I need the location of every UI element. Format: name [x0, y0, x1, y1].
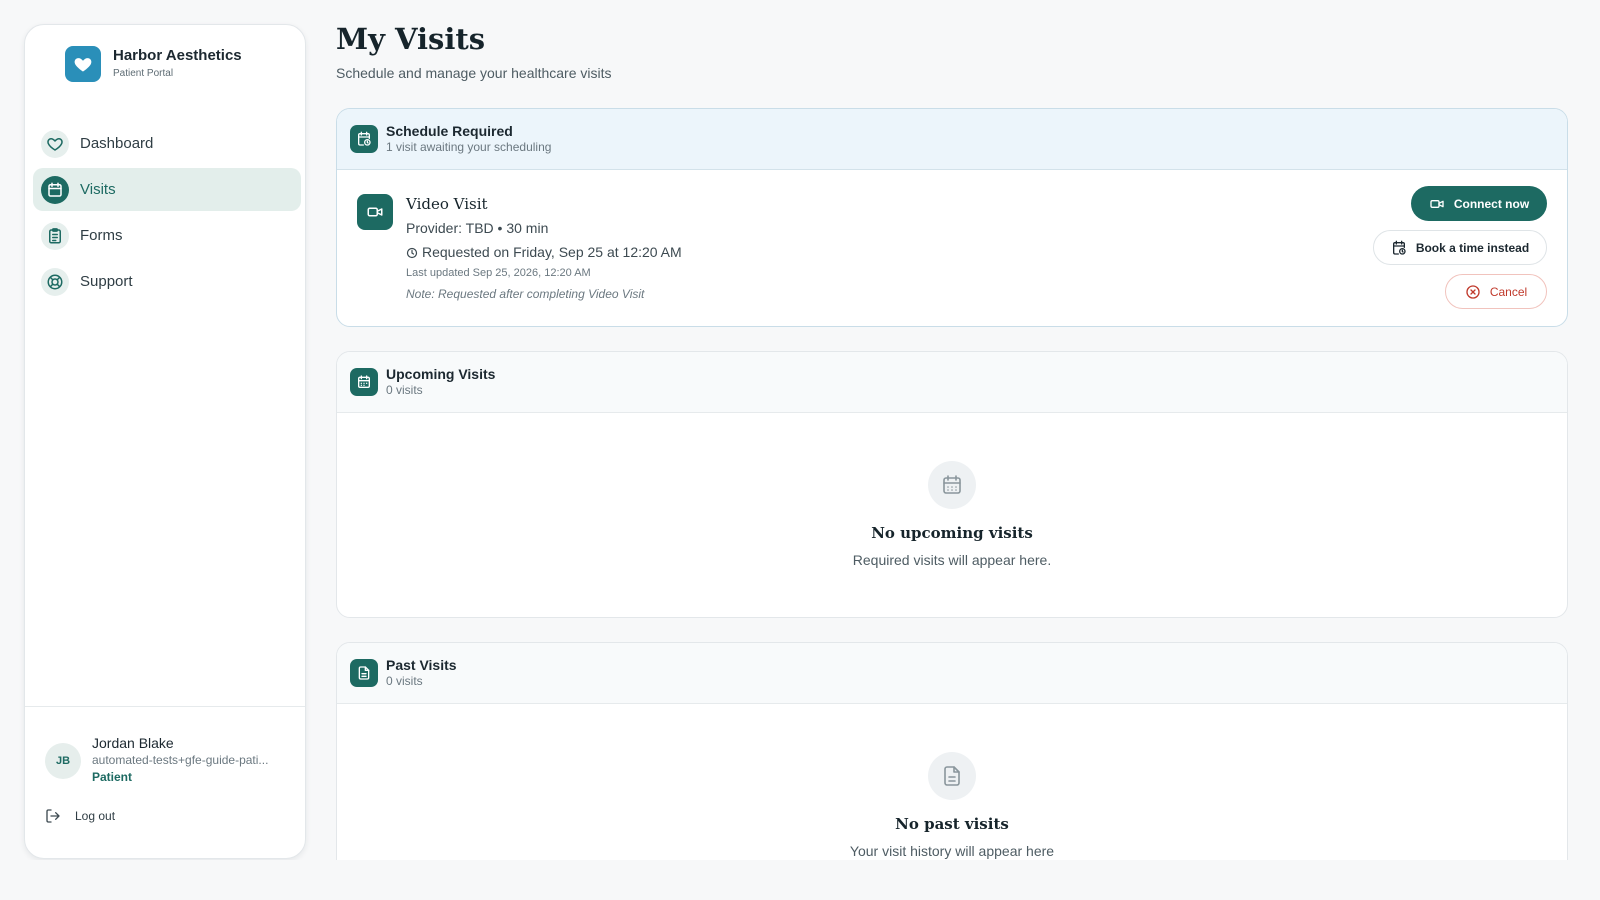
book-time-label: Book a time instead	[1415, 240, 1530, 255]
card-header: Past Visits 0 visits	[337, 643, 1567, 704]
card-subtitle: 1 visit awaiting your scheduling	[386, 140, 552, 154]
logout-icon	[45, 808, 61, 824]
sidebar-item-label: Visits	[80, 181, 116, 198]
sidebar-item-label: Dashboard	[80, 135, 154, 152]
page-subtitle: Schedule and manage your healthcare visi…	[336, 65, 612, 81]
card-title: Upcoming Visits	[386, 366, 496, 382]
cancel-button[interactable]: Cancel	[1445, 274, 1547, 309]
logout-button[interactable]: Log out	[45, 808, 115, 824]
sidebar-item-label: Forms	[80, 227, 123, 244]
card-header: Schedule Required 1 visit awaiting your …	[337, 109, 1567, 170]
sidebar-nav: Dashboard Visits Forms Support	[33, 122, 301, 306]
sidebar-item-forms[interactable]: Forms	[33, 214, 301, 257]
calendar-icon	[928, 461, 976, 509]
user-profile[interactable]: JB Jordan Blake automated-tests+gfe-guid…	[45, 734, 292, 786]
close-circle-icon	[1465, 284, 1490, 300]
book-time-button[interactable]: Book a time instead	[1373, 230, 1547, 265]
logout-label: Log out	[75, 809, 116, 823]
upcoming-visits-card: Upcoming Visits 0 visits No upcoming vis…	[336, 351, 1568, 618]
clipboard-icon	[41, 221, 69, 250]
heart-icon	[65, 46, 101, 82]
empty-title: No upcoming visits	[871, 524, 1033, 542]
card-title: Schedule Required	[386, 123, 513, 139]
calendar-icon	[350, 368, 378, 396]
cancel-label: Cancel	[1489, 284, 1528, 299]
clock-icon	[406, 247, 422, 259]
page-bottom-strip	[0, 860, 1600, 900]
card-title: Past Visits	[386, 657, 457, 673]
sidebar-item-visits[interactable]: Visits	[33, 168, 301, 211]
document-icon	[350, 659, 378, 687]
schedule-required-card: Schedule Required 1 visit awaiting your …	[336, 108, 1568, 327]
video-icon	[357, 194, 393, 230]
visit-item: Video Visit Provider: TBD • 30 min Reque…	[337, 170, 1567, 325]
calendar-icon	[41, 175, 69, 204]
video-icon	[1429, 196, 1454, 212]
visit-updated: Last updated Sep 25, 2026, 12:20 AM	[406, 267, 591, 279]
user-name: Jordan Blake	[92, 735, 174, 751]
connect-now-button[interactable]: Connect now	[1411, 186, 1547, 221]
brand-name: Harbor Aesthetics	[113, 47, 242, 64]
user-role: Patient	[92, 770, 133, 784]
calendar-clock-icon	[350, 125, 378, 153]
empty-title: No past visits	[895, 815, 1009, 833]
connect-now-label: Connect now	[1453, 196, 1530, 211]
card-subtitle: 0 visits	[386, 674, 423, 688]
lifebuoy-icon	[41, 267, 69, 296]
heart-icon	[41, 129, 69, 158]
visit-note: Note: Requested after completing Video V…	[406, 287, 645, 301]
sidebar-item-dashboard[interactable]: Dashboard	[33, 122, 301, 165]
empty-subtitle: Your visit history will appear here	[849, 843, 1055, 859]
visit-title: Video Visit	[406, 195, 488, 213]
brand-subtitle: Patient Portal	[113, 68, 174, 79]
visit-provider: Provider: TBD • 30 min	[406, 220, 549, 236]
sidebar-item-support[interactable]: Support	[33, 260, 301, 303]
avatar: JB	[45, 743, 81, 779]
sidebar-divider	[25, 706, 305, 707]
user-email: automated-tests+gfe-guide-pati...	[92, 753, 269, 767]
page-title: My Visits	[336, 22, 486, 56]
empty-state: No upcoming visits Required visits will …	[337, 413, 1567, 570]
calendar-clock-icon	[1391, 240, 1416, 256]
brand[interactable]: Harbor Aesthetics Patient Portal	[65, 46, 242, 82]
empty-subtitle: Required visits will appear here.	[852, 552, 1052, 568]
visit-requested-text: Requested on Friday, Sep 25 at 12:20 AM	[422, 244, 682, 260]
empty-state: No past visits Your visit history will a…	[337, 704, 1567, 861]
card-header: Upcoming Visits 0 visits	[337, 352, 1567, 413]
card-subtitle: 0 visits	[386, 383, 423, 397]
sidebar-item-label: Support	[80, 273, 133, 290]
visit-requested: Requested on Friday, Sep 25 at 12:20 AM	[406, 243, 682, 262]
sidebar: Harbor Aesthetics Patient Portal Dashboa…	[24, 24, 306, 859]
document-icon	[928, 752, 976, 800]
